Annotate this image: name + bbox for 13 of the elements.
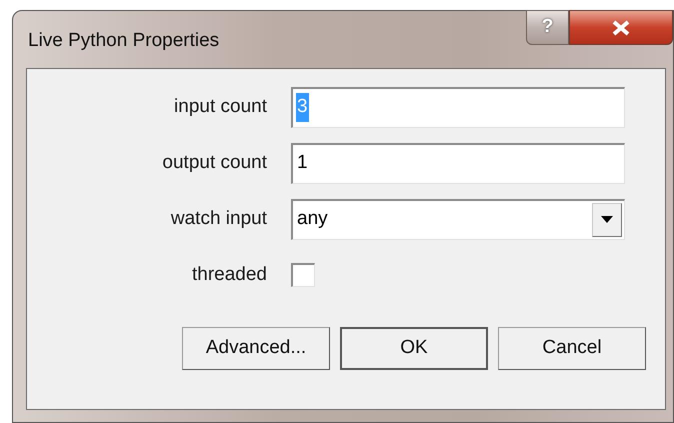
checkbox[interactable] xyxy=(291,263,315,287)
field-label: output count xyxy=(161,150,268,175)
window-title: Live Python Properties xyxy=(28,29,220,53)
dialog-button[interactable]: Advanced... xyxy=(182,327,330,370)
dropdown-field[interactable]: any xyxy=(291,198,625,240)
field-label: input count xyxy=(173,94,268,119)
close-icon xyxy=(611,20,631,36)
input-field[interactable]: 1 xyxy=(291,142,625,184)
dialog-button[interactable]: OK xyxy=(340,327,488,370)
field-label: threaded xyxy=(190,262,268,287)
field-label: watch input xyxy=(170,206,268,231)
close-button[interactable] xyxy=(569,10,673,45)
dialog-button[interactable]: Cancel xyxy=(498,327,646,370)
